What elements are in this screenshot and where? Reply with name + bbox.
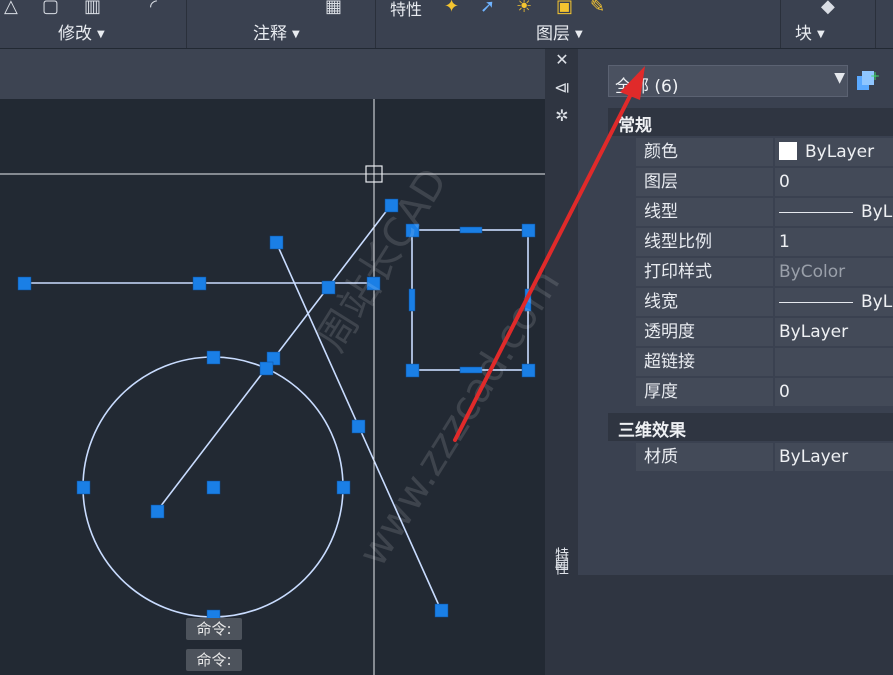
- chevron-down-icon[interactable]: ▼: [834, 70, 845, 86]
- property-value[interactable]: 1: [775, 228, 893, 256]
- property-value[interactable]: 0: [775, 378, 893, 406]
- property-name: 线型比例: [636, 228, 773, 256]
- property-value[interactable]: [775, 348, 893, 376]
- object-selection-dropdown[interactable]: 全部 (6) ▼: [608, 65, 848, 97]
- property-row-color[interactable]: 颜色 ByLayer: [636, 138, 893, 166]
- section-title: 常规: [618, 116, 652, 136]
- ribbon-group-block[interactable]: ◆ 块 ▼: [781, 0, 876, 48]
- property-row-material[interactable]: 材质 ByLayer: [636, 443, 893, 471]
- section-3d-effects[interactable]: 三维效果: [608, 413, 893, 441]
- property-value[interactable]: 0: [775, 168, 893, 196]
- property-value[interactable]: ByLayer: [775, 443, 893, 471]
- palette-title-strip[interactable]: ✕ ⧏ ✲ 特性 ▤: [545, 49, 578, 675]
- select-objects-icon[interactable]: +: [856, 68, 880, 94]
- property-name: 超链接: [636, 348, 773, 376]
- chevron-down-icon[interactable]: ▼: [575, 29, 583, 40]
- lineweight-preview: [779, 301, 853, 303]
- property-row-linetype-scale[interactable]: 线型比例 1: [636, 228, 893, 256]
- property-row-transparency[interactable]: 透明度 ByLayer: [636, 318, 893, 346]
- property-value[interactable]: ByLa: [775, 198, 893, 226]
- property-row-linetype[interactable]: 线型 ByLa: [636, 198, 893, 226]
- property-name: 材质: [636, 443, 773, 471]
- chevron-down-icon[interactable]: ▼: [817, 29, 825, 40]
- property-name: 图层: [636, 168, 773, 196]
- property-row-layer[interactable]: 图层 0: [636, 168, 893, 196]
- property-name: 厚度: [636, 378, 773, 406]
- property-row-plot-style[interactable]: 打印样式 ByColor: [636, 258, 893, 286]
- property-value[interactable]: ByLayer: [775, 138, 893, 166]
- property-value-text: ByLayer: [805, 142, 875, 162]
- command-line-prompt[interactable]: 命令:: [186, 649, 242, 671]
- property-name: 线型: [636, 198, 773, 226]
- selection-value: 全部 (6): [615, 77, 679, 97]
- property-value-text: ByLa: [861, 202, 893, 222]
- gear-icon[interactable]: ✲: [551, 105, 573, 127]
- property-value[interactable]: ByLa: [775, 288, 893, 316]
- section-general[interactable]: 常规: [608, 108, 893, 136]
- ribbon-group-label: 块: [795, 24, 812, 44]
- color-swatch: [779, 142, 797, 160]
- close-icon[interactable]: ✕: [551, 49, 573, 71]
- property-value-text: ByLa: [861, 292, 893, 312]
- property-name: 打印样式: [636, 258, 773, 286]
- layer-paint-icon[interactable]: ✎: [590, 0, 605, 17]
- property-row-thickness[interactable]: 厚度 0: [636, 378, 893, 406]
- property-value[interactable]: ByLayer: [775, 318, 893, 346]
- property-value: ByColor: [775, 258, 893, 286]
- property-name: 线宽: [636, 288, 773, 316]
- auto-hide-icon[interactable]: ⧏: [551, 77, 573, 99]
- section-title: 三维效果: [618, 421, 686, 441]
- insert-block-icon[interactable]: ◆: [821, 0, 835, 17]
- property-row-hyperlink[interactable]: 超链接: [636, 348, 893, 376]
- property-name: 颜色: [636, 138, 773, 166]
- property-row-lineweight[interactable]: 线宽 ByLa: [636, 288, 893, 316]
- property-name: 透明度: [636, 318, 773, 346]
- quick-properties-icon[interactable]: ▤: [551, 552, 573, 574]
- command-line-history: 命令:: [186, 618, 242, 640]
- linetype-preview: [779, 211, 853, 213]
- properties-panel-empty: [578, 575, 893, 675]
- svg-text:+: +: [870, 69, 880, 83]
